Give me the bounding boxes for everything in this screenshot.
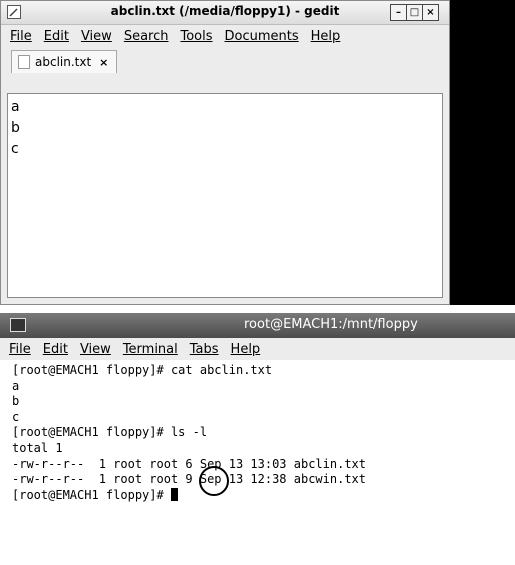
text-cursor [170,487,178,501]
gedit-window-title: abclin.txt (/media/floppy1) - gedit [110,4,340,18]
menu-tools[interactable]: Tools [180,29,212,44]
document-icon [18,55,30,69]
menu-edit[interactable]: Edit [43,342,68,357]
maximize-icon[interactable]: □ [406,5,422,20]
terminal-line: c [12,409,20,424]
editor-line: c [11,141,19,157]
menu-file[interactable]: File [10,29,32,44]
terminal-prompt: [root@EMACH1 floppy]# [12,487,171,502]
terminal-line: -rw-r--r-- 1 root root 6 Sep 13 13:03 ab… [12,456,367,471]
tab-abclin[interactable]: abclin.txt × [11,50,118,73]
terminal-line: [root@EMACH1 floppy]# cat abclin.txt [12,363,273,377]
tab-close-icon[interactable]: × [99,56,108,69]
menu-help[interactable]: Help [311,29,341,44]
menu-documents[interactable]: Documents [225,29,299,44]
tab-label: abclin.txt [35,55,92,69]
terminal-line: -rw-r--r-- 1 root root 9 Sep 13 12:38 ab… [12,472,367,487]
desktop-background [450,0,515,305]
text-editor-area[interactable]: a b c [7,93,443,298]
gedit-tab-row: abclin.txt × [1,47,449,73]
terminal-line: b [12,394,20,409]
terminal-prompt-line: [root@EMACH1 floppy]# [12,487,366,504]
menu-file[interactable]: File [9,342,31,357]
editor-line: a [11,99,20,115]
minimize-icon[interactable]: – [391,5,406,20]
close-icon[interactable]: × [422,5,438,20]
terminal-line: total 1 [12,440,63,455]
terminal-app-icon[interactable] [10,318,26,332]
terminal-line: [root@EMACH1 floppy]# ls -l [12,425,208,440]
gedit-window-controls: – □ × [390,4,439,21]
highlight-circle-annotation [199,466,229,496]
menu-search[interactable]: Search [124,29,169,44]
terminal-line: a [12,378,20,393]
menu-edit[interactable]: Edit [44,29,69,44]
terminal-window: root@EMACH1:/mnt/floppy File Edit View T… [0,305,515,565]
menu-terminal[interactable]: Terminal [123,342,178,357]
terminal-titlebar[interactable]: root@EMACH1:/mnt/floppy [0,313,515,338]
editor-line: b [11,120,20,136]
terminal-output[interactable]: [root@EMACH1 floppy]# cat abclin.txt a b c[… [12,363,366,503]
gedit-window: abclin.txt (/media/floppy1) - gedit – □ … [0,0,450,305]
menu-tabs[interactable]: Tabs [190,342,219,357]
terminal-window-title: root@EMACH1:/mnt/floppy [244,317,418,332]
gedit-titlebar[interactable]: abclin.txt (/media/floppy1) - gedit – □ … [1,1,449,25]
gedit-menubar: File Edit View Search Tools Documents He… [1,25,449,47]
menu-view[interactable]: View [80,342,111,357]
menu-view[interactable]: View [81,29,112,44]
menu-help[interactable]: Help [231,342,261,357]
terminal-menubar: File Edit View Terminal Tabs Help [0,338,515,360]
